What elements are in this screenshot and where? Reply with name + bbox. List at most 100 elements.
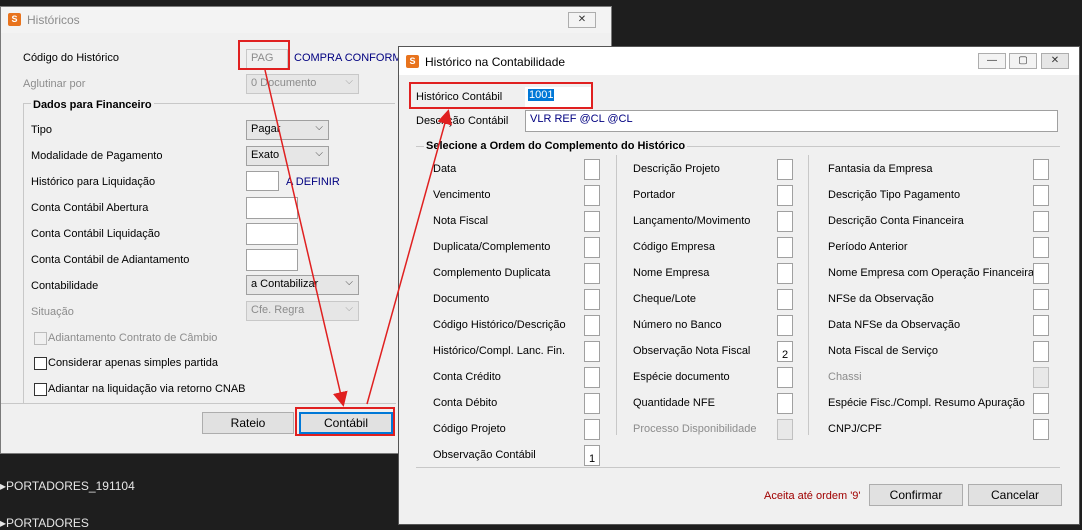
ordem-option-input[interactable] [777,263,793,284]
contabilidade-title: Histórico na Contabilidade [425,55,566,69]
ordem-option-input[interactable] [1033,419,1049,440]
historico-liquidacao-label: Histórico para Liquidação [31,176,156,188]
vertical-divider [23,103,24,403]
ordem-option-input[interactable] [584,289,600,310]
ordem-option-input[interactable] [584,211,600,232]
ordem-option-label: CNPJ/CPF [828,423,882,435]
ordem-option-input[interactable] [777,159,793,180]
ordem-option-label: Observação Contábil [433,449,536,461]
ordem-option-input[interactable] [777,185,793,206]
ordem-option-label: Conta Crédito [433,371,501,383]
ordem-column-divider-2 [808,155,809,435]
ordem-option-input[interactable] [1033,315,1049,336]
ordem-option-input[interactable] [584,341,600,362]
ordem-option-label: Número no Banco [633,319,722,331]
ordem-option-input[interactable]: 1 [584,445,600,466]
background-text-portadores: ▸PORTADORES [0,516,89,530]
conta-liquidacao-field[interactable] [246,223,298,245]
ordem-option-input[interactable] [1033,237,1049,258]
chevron-down-icon: ⌵ [345,277,353,288]
adiantar-cnab-label: Adiantar na liquidação via retorno CNAB [48,383,246,395]
historico-contabil-field[interactable]: 1001 [525,87,591,107]
contabilidade-select[interactable]: a Contabilizar ⌵ [246,275,359,295]
conta-abertura-field[interactable] [246,197,298,219]
conta-adiantamento-field[interactable] [246,249,298,271]
ordem-option-input[interactable] [1033,159,1049,180]
ordem-option-input[interactable] [777,289,793,310]
ordem-option-label: Período Anterior [828,241,908,253]
adiantar-cnab-checkbox[interactable] [34,383,47,396]
tipo-select[interactable]: Pagar ⌵ [246,120,329,140]
adiantamento-cambio-checkbox[interactable] [34,332,47,345]
ordem-complemento-title: Selecione a Ordem do Complemento do Hist… [424,140,688,152]
cancelar-button[interactable]: Cancelar [968,484,1062,506]
ordem-option-input[interactable] [584,419,600,440]
simples-partida-label: Considerar apenas simples partida [48,357,218,369]
contabilidade-titlebar: S Histórico na Contabilidade — ▢ ✕ [399,47,1079,75]
codigo-historico-description: COMPRA CONFORME [294,52,409,64]
ordem-option-input[interactable] [1033,289,1049,310]
ordem-option-input[interactable] [584,315,600,336]
ordem-option-label: Espécie Fisc./Compl. Resumo Apuração [828,397,1025,409]
historicos-title: Históricos [27,13,80,27]
ordem-option-label: NFSe da Observação [828,293,934,305]
ordem-option-label: Nota Fiscal de Serviço [828,345,939,357]
ordem-option-label: Nome Empresa [633,267,710,279]
ordem-option-label: Nome Empresa com Operação Financeira [828,267,1035,279]
tipo-label: Tipo [31,124,52,136]
confirmar-button[interactable]: Confirmar [869,484,963,506]
descricao-contabil-field[interactable]: VLR REF @CL @CL [525,110,1058,132]
ordem-option-label: Processo Disponibilidade [633,423,757,435]
ordem-option-input[interactable] [1033,211,1049,232]
contabilidade-close-button[interactable]: ✕ [1041,53,1069,69]
ordem-option-input[interactable] [777,211,793,232]
ordem-option-input[interactable] [777,419,793,440]
ordem-column-divider-1 [616,155,617,435]
ordem-option-input[interactable] [584,159,600,180]
ordem-option-input[interactable]: 2 [777,341,793,362]
ordem-option-input[interactable] [1033,341,1049,362]
ordem-option-input[interactable] [1033,393,1049,414]
ordem-option-input[interactable] [584,393,600,414]
ordem-option-input[interactable] [584,367,600,388]
ordem-option-input[interactable] [584,263,600,284]
ordem-option-input[interactable] [584,185,600,206]
aglutinar-label: Aglutinar por [23,78,86,90]
ordem-option-label: Data [433,163,457,175]
modalidade-select[interactable]: Exato ⌵ [246,146,329,166]
footer-divider [416,467,1060,468]
ordem-option-label: Código Histórico/Descrição [433,319,566,331]
ordem-option-label: Descrição Conta Financeira [828,215,964,227]
aceita-ordem-text: Aceita até ordem '9' [764,490,861,502]
maximize-button[interactable]: ▢ [1009,53,1037,69]
ordem-option-input[interactable] [777,237,793,258]
historico-liquidacao-field[interactable] [246,171,279,191]
contabil-button[interactable]: Contábil [299,412,393,434]
simples-partida-checkbox[interactable] [34,357,47,370]
ordem-option-label: Cheque/Lote [633,293,696,305]
ordem-option-input[interactable] [1033,367,1049,388]
ordem-option-input[interactable] [777,367,793,388]
historicos-close-button[interactable]: ✕ [568,12,596,28]
ordem-option-input[interactable] [1033,263,1049,284]
situacao-select[interactable]: Cfe. Regra ⌵ [246,301,359,321]
ordem-option-input[interactable] [584,237,600,258]
ordem-option-input[interactable] [777,315,793,336]
ordem-option-input[interactable] [777,393,793,414]
ordem-option-label: Descrição Projeto [633,163,720,175]
chevron-down-icon: ⌵ [345,303,353,314]
rateio-button[interactable]: Rateio [202,412,294,434]
chevron-down-icon: ⌵ [315,122,323,133]
codigo-historico-label: Código do Histórico [23,52,119,64]
ordem-option-label: Espécie documento [633,371,730,383]
minimize-button[interactable]: — [978,53,1006,69]
ordem-option-label: Complemento Duplicata [433,267,551,279]
dados-financeiro-title: Dados para Financeiro [31,99,154,111]
ordem-option-input[interactable] [1033,185,1049,206]
codigo-historico-field[interactable]: PAG [246,49,288,69]
aglutinar-select[interactable]: 0 Documento ⌵ [246,74,359,94]
ordem-option-label: Conta Débito [433,397,498,409]
descricao-contabil-label: Descrição Contábil [416,115,509,127]
chevron-down-icon: ⌵ [315,148,323,159]
bottom-divider [1,403,396,404]
